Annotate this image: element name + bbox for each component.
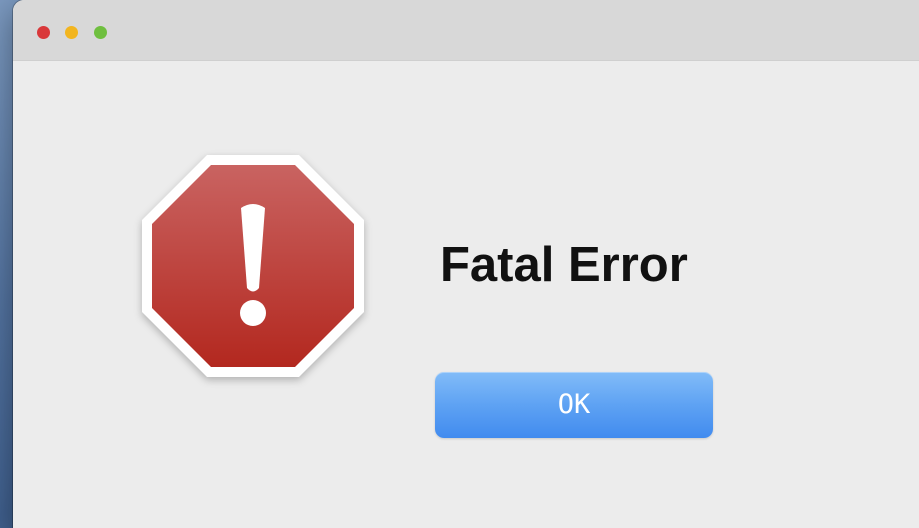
minimize-window-button[interactable]	[65, 26, 78, 39]
exclamation-dot	[240, 300, 266, 326]
zoom-window-button[interactable]	[94, 26, 107, 39]
stop-exclamation-icon	[142, 155, 364, 377]
title-bar[interactable]	[13, 0, 919, 61]
close-window-button[interactable]	[37, 26, 50, 39]
alert-window: Fatal Error OK	[13, 0, 919, 528]
ok-button[interactable]: OK	[435, 372, 713, 438]
dialog-title: Fatal Error	[440, 238, 688, 292]
